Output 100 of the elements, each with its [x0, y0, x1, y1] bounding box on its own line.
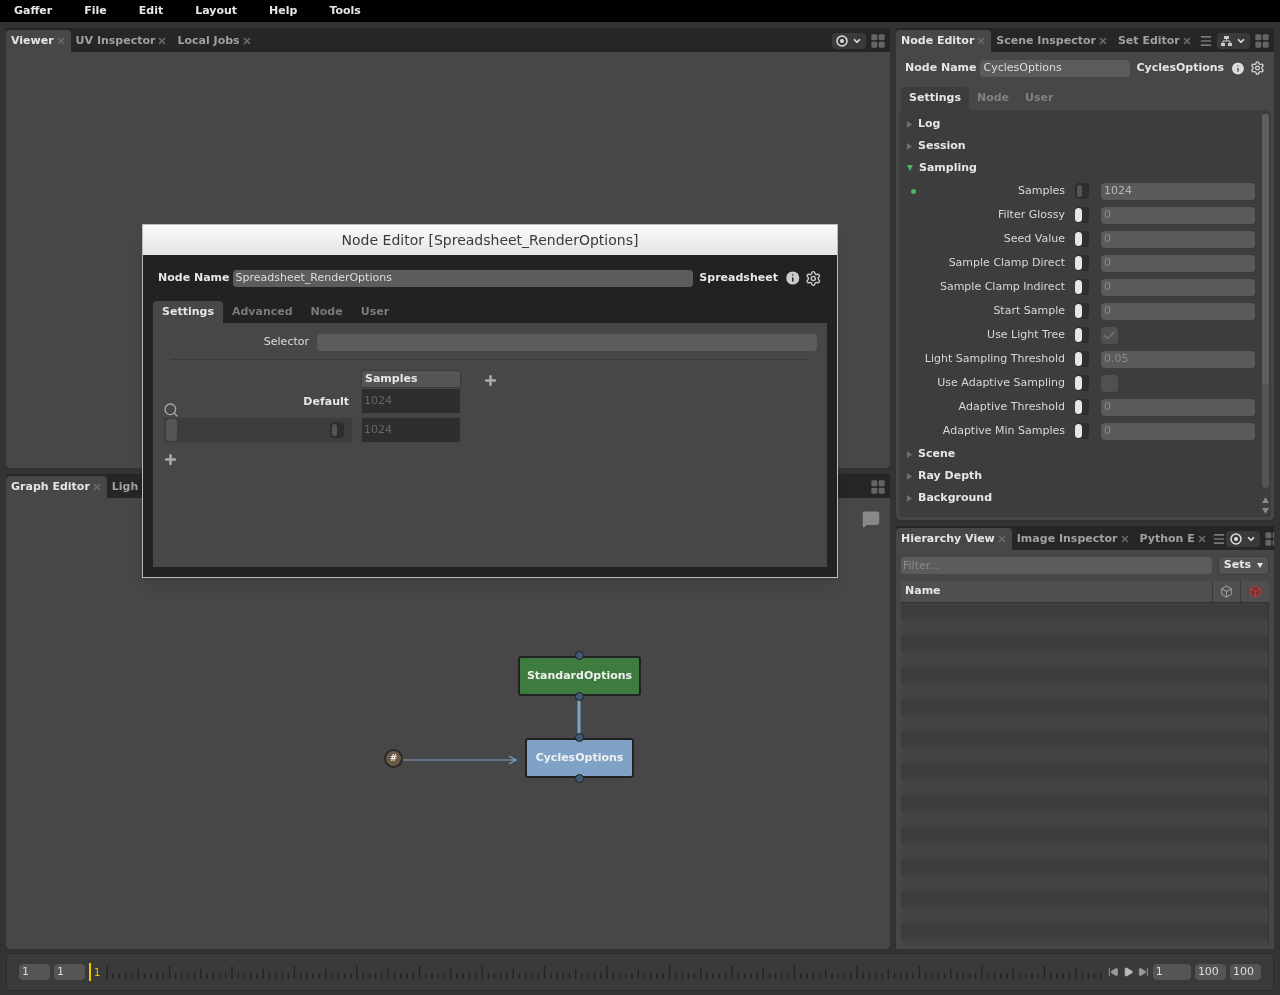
row-name-field[interactable]: [163, 417, 353, 443]
plug-handle[interactable]: [574, 692, 584, 701]
cube-icon[interactable]: [1220, 585, 1233, 598]
graph-node[interactable]: StandardOptions: [518, 656, 641, 696]
plug-label: Light Sampling Threshold: [923, 350, 1065, 367]
add-column-icon[interactable]: [483, 373, 498, 388]
panel-tab[interactable]: Local Jobs: [172, 30, 257, 52]
enable-toggle[interactable]: [1075, 375, 1089, 391]
plug-label: Sample Clamp Direct: [947, 254, 1065, 271]
settings-tab[interactable]: User: [351, 301, 399, 323]
enable-toggle[interactable]: [1075, 255, 1089, 271]
node-type-label: Spreadsheet: [699, 269, 778, 286]
enable-toggle[interactable]: [1075, 327, 1089, 343]
panel-tab[interactable]: Hierarchy View: [896, 528, 1012, 550]
plug-label: Filter Glossy: [996, 206, 1065, 223]
target-dropdown[interactable]: [832, 33, 866, 49]
plug-handle[interactable]: [574, 651, 584, 660]
menu-item[interactable]: Layout: [189, 2, 244, 20]
panel-tab[interactable]: Set Editor: [1112, 30, 1197, 52]
add-row-icon[interactable]: [163, 452, 178, 467]
node-name-field[interactable]: CyclesOptions: [980, 59, 1131, 77]
scroll-down-icon[interactable]: [1261, 508, 1269, 514]
scrollbar[interactable]: [1261, 114, 1269, 488]
menu-item[interactable]: Help: [263, 2, 304, 20]
close-icon[interactable]: [1181, 36, 1192, 46]
menu-icon[interactable]: [1199, 34, 1213, 48]
comment-icon[interactable]: [862, 510, 880, 528]
enable-toggle[interactable]: [1075, 399, 1089, 415]
hierarchy-dropdown[interactable]: [1217, 33, 1250, 49]
column-header[interactable]: Samples: [361, 370, 461, 388]
checkbox[interactable]: [1101, 326, 1118, 344]
frame-field[interactable]: 100: [1229, 964, 1261, 980]
info-icon[interactable]: [1230, 59, 1247, 77]
play-icon[interactable]: [1123, 966, 1134, 978]
sets-dropdown[interactable]: Sets: [1217, 555, 1269, 575]
collapsed-arrow-icon: [907, 120, 912, 128]
menu-item[interactable]: File: [78, 2, 113, 20]
caret-icon: [1236, 36, 1246, 46]
panel-tab[interactable]: Graph Editor: [6, 476, 107, 498]
panel-tab[interactable]: Python E: [1134, 528, 1212, 550]
layout-icon[interactable]: [1254, 33, 1270, 49]
layout-icon[interactable]: [870, 33, 886, 49]
close-icon[interactable]: [157, 36, 168, 46]
menu-icon[interactable]: [1211, 532, 1226, 546]
menu-item[interactable]: Tools: [323, 2, 367, 20]
search-icon[interactable]: [163, 402, 179, 418]
frame-field[interactable]: 100: [1194, 964, 1226, 980]
value-field[interactable]: 1024: [1101, 182, 1255, 200]
section-header[interactable]: Background: [907, 487, 1259, 509]
settings-tab[interactable]: Settings: [153, 301, 223, 323]
plug-handle[interactable]: [574, 733, 584, 742]
close-icon[interactable]: [1119, 534, 1130, 544]
panel-tab[interactable]: Ligh: [106, 476, 144, 498]
frame-field[interactable]: 1: [54, 964, 86, 980]
close-icon[interactable]: [1097, 36, 1108, 46]
enable-toggle[interactable]: [1075, 279, 1089, 295]
section-header[interactable]: Session: [907, 135, 1259, 157]
enable-toggle[interactable]: [1075, 303, 1089, 319]
panel-tab[interactable]: Node Editor: [896, 30, 992, 52]
section-header[interactable]: Sampling: [907, 157, 1259, 179]
settings-tab[interactable]: Node: [301, 301, 352, 323]
selector-label: Selector: [262, 333, 309, 350]
enable-toggle[interactable]: [1075, 231, 1089, 247]
close-icon[interactable]: [241, 36, 252, 46]
info-icon[interactable]: [783, 269, 802, 287]
enable-toggle[interactable]: [330, 422, 344, 438]
caret-icon: [1257, 562, 1263, 568]
playhead[interactable]: [89, 963, 92, 981]
layout-icon[interactable]: [870, 479, 886, 495]
skip-forward-icon[interactable]: [1137, 966, 1149, 978]
scroll-up-icon[interactable]: [1261, 497, 1269, 503]
panel-tab[interactable]: Image Inspector: [1011, 528, 1135, 550]
close-icon[interactable]: [1196, 534, 1207, 544]
menu-item[interactable]: Edit: [132, 2, 170, 20]
menu-item[interactable]: Gaffer: [8, 2, 59, 20]
skip-back-icon[interactable]: [1108, 966, 1120, 978]
settings-tab[interactable]: Settings: [901, 87, 969, 110]
panel-tab[interactable]: Viewer: [6, 30, 71, 52]
plug-label: Sample Clamp Indirect: [938, 278, 1065, 295]
enable-toggle[interactable]: [1075, 351, 1089, 367]
plug-label: Use Adaptive Sampling: [936, 374, 1065, 391]
panel-tab[interactable]: Scene Inspector: [991, 30, 1113, 52]
target-icon: [1229, 533, 1242, 545]
section-header[interactable]: Scene: [907, 443, 1259, 465]
enable-toggle[interactable]: [1075, 423, 1089, 439]
enable-toggle[interactable]: [1075, 183, 1089, 199]
plug-handle[interactable]: [574, 774, 584, 783]
frame-field[interactable]: 1: [1152, 964, 1191, 980]
plug-label: Samples: [1017, 182, 1065, 199]
target-dropdown[interactable]: [1225, 531, 1260, 547]
enable-toggle[interactable]: [1075, 207, 1089, 223]
node-name-field[interactable]: Spreadsheet_RenderOptions: [233, 269, 694, 287]
settings-icon[interactable]: [805, 269, 822, 287]
node-type-label: CyclesOptions: [1136, 59, 1225, 76]
settings-icon[interactable]: [1250, 60, 1265, 76]
settings-tab[interactable]: Advanced: [222, 301, 302, 323]
section-header[interactable]: Ray Depth: [907, 465, 1259, 487]
panel-tab[interactable]: UV Inspector: [70, 30, 173, 52]
section-header[interactable]: Log: [907, 113, 1259, 135]
frame-field[interactable]: 1: [19, 964, 51, 980]
